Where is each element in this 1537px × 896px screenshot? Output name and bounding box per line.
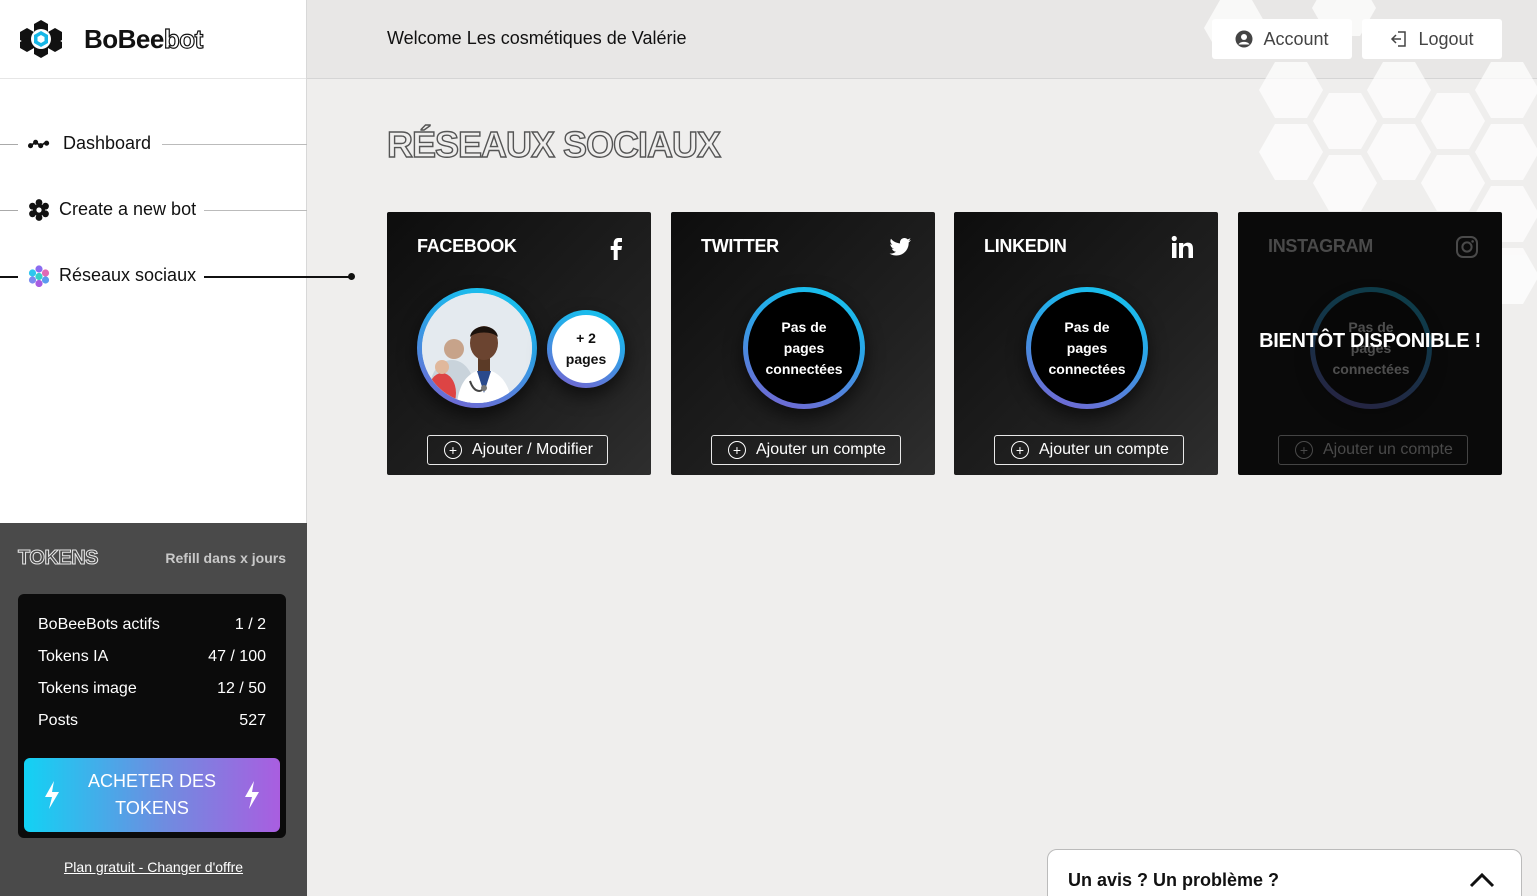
plus-circle-icon: + xyxy=(444,441,462,459)
stat-row-bots: BoBeeBots actifs 1 / 2 xyxy=(38,616,266,633)
extra-pages-badge[interactable]: + 2 pages xyxy=(547,310,625,388)
feedback-widget[interactable]: Un avis ? Un problème ? xyxy=(1047,849,1522,896)
card-twitter: TWITTER Pas de pages connectées + Ajoute… xyxy=(671,212,935,475)
buy-tokens-button[interactable]: ACHETER DES TOKENS xyxy=(24,758,280,832)
add-modify-button[interactable]: + Ajouter / Modifier xyxy=(427,435,608,465)
card-linkedin: LINKEDIN Pas de pages connectées + Ajout… xyxy=(954,212,1218,475)
lightning-icon xyxy=(245,781,259,809)
dashboard-icon xyxy=(28,133,50,155)
no-pages-indicator: Pas de pages connectées xyxy=(743,287,865,409)
plus-circle-icon: + xyxy=(1011,441,1029,459)
card-title: INSTAGRAM xyxy=(1268,236,1373,256)
page-title: RÉSEAUX SOCIAUX xyxy=(386,123,721,165)
instagram-icon xyxy=(1456,236,1478,258)
stat-row-posts: Posts 527 xyxy=(38,712,266,729)
add-account-button[interactable]: + Ajouter un compte xyxy=(994,435,1184,465)
sidebar-item-dashboard[interactable]: Dashboard xyxy=(0,110,307,176)
linkedin-icon xyxy=(1171,235,1193,258)
logout-icon xyxy=(1391,31,1407,47)
bobeebot-logo-icon xyxy=(20,20,62,58)
user-circle-icon xyxy=(1235,30,1253,48)
brand-name: BoBeebot xyxy=(84,23,204,54)
gear-icon xyxy=(28,199,50,221)
coming-soon-label: BIENTÔT DISPONIBLE ! xyxy=(1259,330,1481,352)
card-title: TWITTER xyxy=(701,236,779,256)
stat-row-tokens-ia: Tokens IA 47 / 100 xyxy=(38,648,266,665)
sidebar-item-label: Réseaux sociaux xyxy=(51,265,205,286)
tokens-stats-box: BoBeeBots actifs 1 / 2 Tokens IA 47 / 100 … xyxy=(18,594,286,838)
logout-button[interactable]: Logout xyxy=(1362,19,1502,59)
tokens-panel: TOKENS Refill dans x jours BoBeeBots act… xyxy=(0,523,307,896)
add-account-button: + Ajouter un compte xyxy=(1278,435,1468,465)
hexagons-icon xyxy=(28,265,50,287)
stat-row-tokens-image: Tokens image 12 / 50 xyxy=(38,680,266,697)
feedback-label: Un avis ? Un problème ? xyxy=(1068,870,1280,890)
refill-text: Refill dans x jours xyxy=(165,550,286,566)
tokens-title: TOKENS xyxy=(18,547,99,570)
card-title: FACEBOOK xyxy=(417,236,517,256)
no-pages-indicator: Pas de pages connectées xyxy=(1026,287,1148,409)
welcome-text: Welcome Les cosmétiques de Valérie xyxy=(387,28,687,48)
plus-circle-icon: + xyxy=(728,441,746,459)
chevron-up-icon[interactable] xyxy=(1469,872,1495,888)
sidebar-nav: Dashboard Create a new bot Réseaux socia… xyxy=(0,110,355,308)
card-title: LINKEDIN xyxy=(984,236,1067,256)
sidebar-item-create-bot[interactable]: Create a new bot xyxy=(0,176,307,242)
facebook-page-avatar[interactable] xyxy=(417,288,537,408)
card-facebook: FACEBOOK + 2 pages + Ajouter / Modifier xyxy=(387,212,651,475)
account-button[interactable]: Account xyxy=(1212,19,1352,59)
facebook-icon xyxy=(610,238,622,260)
sidebar: BoBeebot Dashboard Create a new bot Rése… xyxy=(0,0,355,896)
card-instagram: INSTAGRAM Pas de pages connectées BIENTÔ… xyxy=(1238,212,1502,475)
sidebar-item-label: Dashboard xyxy=(55,133,160,154)
sidebar-item-reseaux-sociaux[interactable]: Réseaux sociaux xyxy=(0,242,355,308)
plus-circle-icon: + xyxy=(1295,441,1313,459)
page-profile-photo xyxy=(422,293,532,403)
twitter-icon xyxy=(889,238,911,256)
sidebar-item-label: Create a new bot xyxy=(51,199,205,220)
lightning-icon xyxy=(45,781,59,809)
brand[interactable]: BoBeebot xyxy=(0,0,306,79)
add-account-button[interactable]: + Ajouter un compte xyxy=(711,435,901,465)
change-plan-link[interactable]: Plan gratuit - Changer d'offre xyxy=(0,859,307,875)
